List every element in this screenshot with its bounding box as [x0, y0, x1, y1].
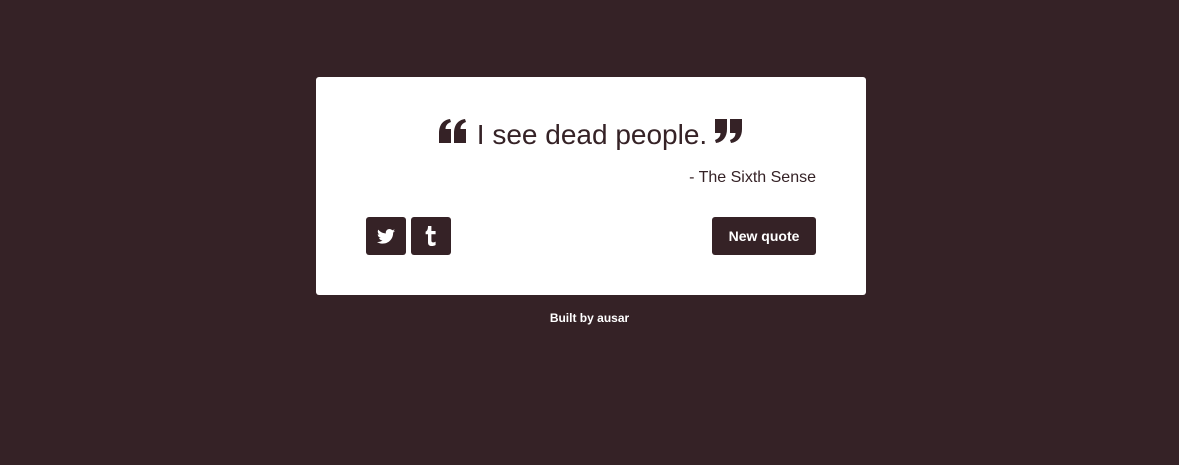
tweet-button[interactable]	[366, 217, 406, 255]
page-background: I see dead people. - The Sixth Sense New…	[0, 0, 1179, 465]
new-quote-button[interactable]: New quote	[712, 217, 816, 255]
quote-text: I see dead people.	[476, 118, 708, 150]
footer-credit: Built by ausar	[549, 311, 630, 325]
tumblr-icon	[425, 226, 436, 246]
tumblr-share-button[interactable]	[411, 217, 451, 255]
twitter-icon	[377, 228, 395, 244]
quote-right-icon	[715, 118, 743, 143]
quote-line: I see dead people.	[316, 115, 866, 153]
quote-left-icon	[438, 118, 467, 143]
quote-box: I see dead people. - The Sixth Sense New…	[316, 77, 866, 295]
quote-author: - The Sixth Sense	[689, 169, 816, 186]
